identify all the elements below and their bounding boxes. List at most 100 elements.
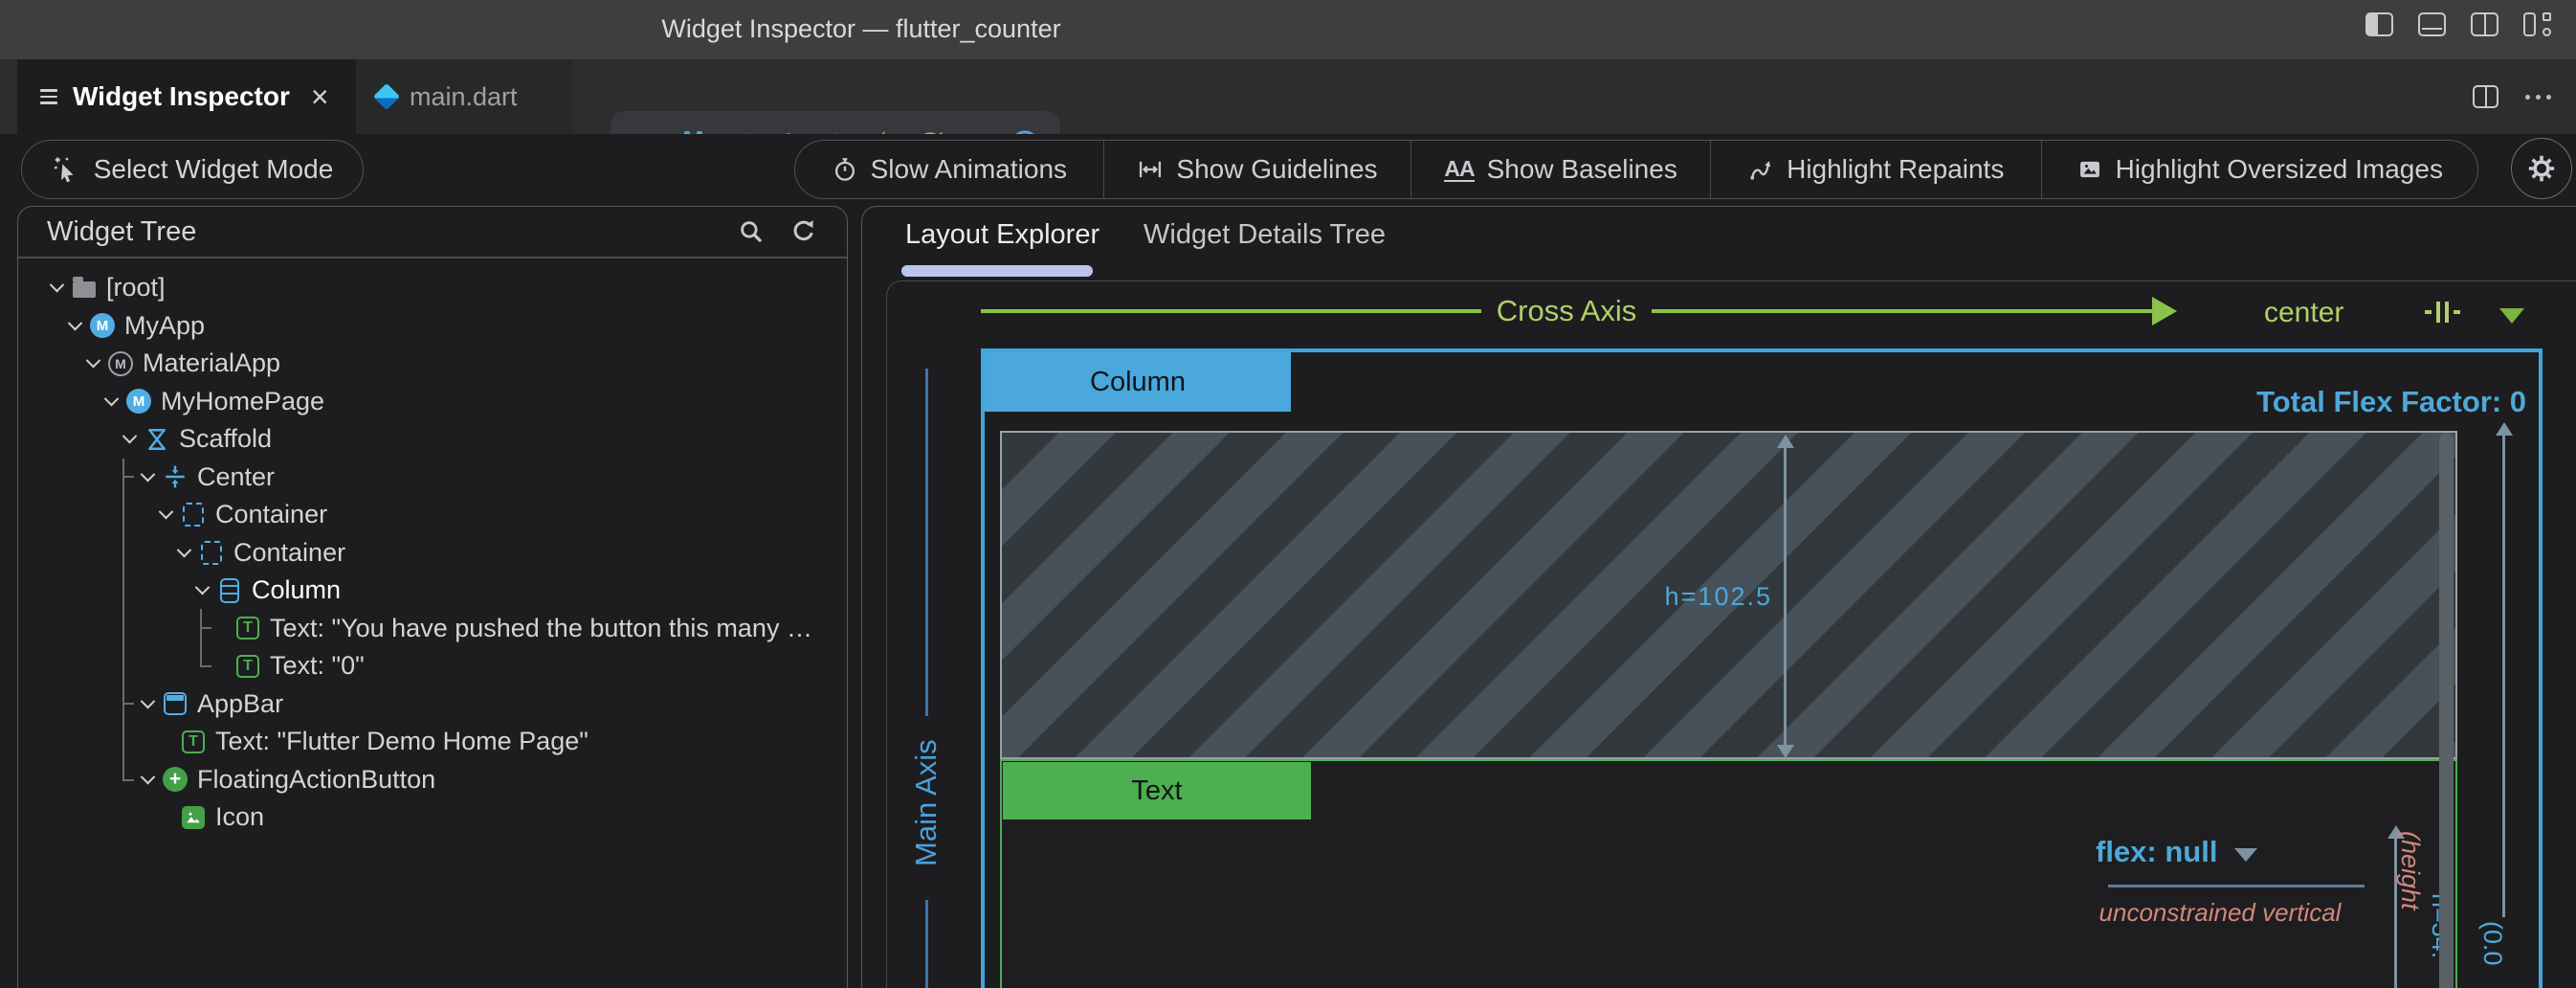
widget-inspector-window: Widget Inspector — flutter_counter Widge… <box>0 0 2576 988</box>
toggle-bottom-panel-icon[interactable] <box>2418 12 2446 36</box>
text-widget-tab[interactable]: Text <box>1003 762 1311 820</box>
search-icon[interactable] <box>738 218 765 245</box>
appbar-icon <box>164 692 187 715</box>
debug-toggle-group: Slow Animations Show Guidelines AA Show … <box>794 140 2478 199</box>
inspector-settings-button[interactable] <box>2511 138 2572 199</box>
tabrow-right-controls <box>2473 59 2551 134</box>
free-space-height-label: h=102.5 <box>1581 582 1772 612</box>
tree-node-container[interactable]: Container <box>20 534 830 573</box>
child-height-note: (height <box>2395 831 2425 910</box>
class-outline-icon: M <box>108 351 133 376</box>
chevron-down-icon[interactable] <box>81 358 104 369</box>
tab-widget-inspector[interactable]: Widget Inspector × <box>17 59 356 134</box>
toggle-label: Show Baselines <box>1487 154 1677 185</box>
align-center-icon[interactable] <box>2423 301 2461 324</box>
divider <box>18 257 847 258</box>
chevron-down-icon[interactable] <box>172 548 195 558</box>
select-widget-mode-icon <box>52 155 80 184</box>
chevron-down-icon[interactable] <box>100 396 122 407</box>
tree-node-appbar[interactable]: AppBar <box>20 685 830 724</box>
titlebar: Widget Inspector — flutter_counter <box>0 0 2576 59</box>
toggle-highlight-repaints[interactable]: Highlight Repaints <box>1710 141 2041 198</box>
tree-node-column-selected[interactable]: Column <box>20 572 830 610</box>
toggle-show-baselines[interactable]: AA Show Baselines <box>1410 141 1710 198</box>
image-icon <box>2076 156 2103 183</box>
text-widget-icon: T <box>236 655 259 678</box>
tree-node-text[interactable]: T Text: "Flutter Demo Home Page" <box>20 723 830 761</box>
container-icon <box>201 541 222 565</box>
tree-node-icon[interactable]: Icon <box>20 798 830 837</box>
refresh-icon[interactable] <box>789 217 818 246</box>
dart-file-icon <box>373 83 400 110</box>
main-axis-label: Main Axis <box>909 739 944 866</box>
window-title: Widget Inspector — flutter_counter <box>0 14 1722 44</box>
split-editor-icon[interactable] <box>2473 85 2498 108</box>
tree-node-myhomepage[interactable]: M MyHomePage <box>20 383 830 421</box>
chevron-down-icon[interactable] <box>136 775 159 785</box>
close-tab-icon[interactable]: × <box>311 81 329 112</box>
column-icon <box>220 578 239 603</box>
height-arrow <box>1784 446 1787 747</box>
split-view-icon[interactable] <box>2471 12 2498 36</box>
repaint-brush-icon <box>1747 156 1774 183</box>
chevron-down-icon[interactable] <box>190 585 213 595</box>
class-icon: M <box>90 313 115 338</box>
widget-tree-panel: Widget Tree [root] M My <box>17 206 848 988</box>
tree-node-root[interactable]: [root] <box>20 269 830 307</box>
chevron-down-icon[interactable] <box>45 282 68 293</box>
total-flex-factor: Total Flex Factor: 0 <box>2048 385 2526 419</box>
tab-main-dart[interactable]: main.dart <box>356 59 572 134</box>
class-icon: M <box>126 389 151 414</box>
chevron-down-icon[interactable] <box>154 509 177 520</box>
baselines-icon: AA <box>1444 157 1474 182</box>
folder-icon <box>73 281 96 298</box>
tab-label: Widget Inspector <box>73 81 290 112</box>
column-widget-tab[interactable]: Column <box>985 352 1291 412</box>
more-options-icon[interactable] <box>2525 95 2551 100</box>
image-widget-icon <box>182 806 205 829</box>
toggle-label: Slow Animations <box>871 154 1067 185</box>
column-height-note: (0.0 <box>2477 921 2507 966</box>
chevron-down-icon[interactable] <box>118 434 141 444</box>
center-align-icon <box>163 464 188 489</box>
select-widget-mode-button[interactable]: Select Widget Mode <box>21 140 364 199</box>
chevron-down-icon[interactable] <box>136 472 159 483</box>
toggle-show-guidelines[interactable]: Show Guidelines <box>1103 141 1411 198</box>
divider <box>2108 885 2365 887</box>
cross-axis-arrow: Cross Axis <box>981 295 2177 327</box>
chevron-down-icon[interactable] <box>63 321 86 331</box>
constraint-note: unconstrained vertical <box>2057 898 2383 928</box>
layout-grid-icon[interactable] <box>2523 12 2551 36</box>
toggle-highlight-oversized-images[interactable]: Highlight Oversized Images <box>2041 141 2477 198</box>
cross-axis-label: Cross Axis <box>1497 294 1636 328</box>
toggle-left-sidebar-icon[interactable] <box>2365 12 2393 36</box>
tree-node-center[interactable]: Center <box>20 459 830 497</box>
tree-node-scaffold[interactable]: Scaffold <box>20 420 830 459</box>
tab-widget-details-tree[interactable]: Widget Details Tree <box>1144 219 1386 251</box>
active-tab-indicator <box>901 265 1093 277</box>
inspector-actions-bar: Select Widget Mode Slow Animations Show … <box>0 134 2576 203</box>
tree-node-container[interactable]: Container <box>20 496 830 534</box>
fab-plus-icon: + <box>163 767 188 792</box>
text-widget-icon: T <box>182 730 205 753</box>
column-height-arrow <box>2502 434 2505 917</box>
toggle-label: Highlight Repaints <box>1787 154 2004 185</box>
gear-icon <box>2524 151 2559 186</box>
container-icon <box>183 503 204 527</box>
tab-layout-explorer[interactable]: Layout Explorer <box>905 219 1099 251</box>
tree-node-text[interactable]: T Text: "You have pushed the button this… <box>20 610 830 648</box>
cross-axis-alignment-value[interactable]: center <box>2264 297 2343 329</box>
tree-node-fab[interactable]: + FloatingActionButton <box>20 761 830 799</box>
chevron-down-icon[interactable] <box>136 699 159 709</box>
tree-node-text[interactable]: T Text: "0" <box>20 647 830 685</box>
tree-node-myapp[interactable]: M MyApp <box>20 307 830 346</box>
widget-tree: [root] M MyApp M MaterialApp M MyHomePag… <box>20 269 830 837</box>
flex-value-dropdown[interactable]: flex: null <box>2096 835 2257 869</box>
main-axis-line <box>925 900 928 988</box>
alignment-dropdown-icon[interactable] <box>2499 308 2524 324</box>
flex-value: flex: null <box>2096 835 2217 869</box>
toggle-slow-animations[interactable]: Slow Animations <box>795 141 1103 198</box>
select-widget-mode-label: Select Widget Mode <box>94 154 334 185</box>
scrollbar-thumb[interactable] <box>2439 433 2454 988</box>
tree-node-materialapp[interactable]: M MaterialApp <box>20 345 830 383</box>
